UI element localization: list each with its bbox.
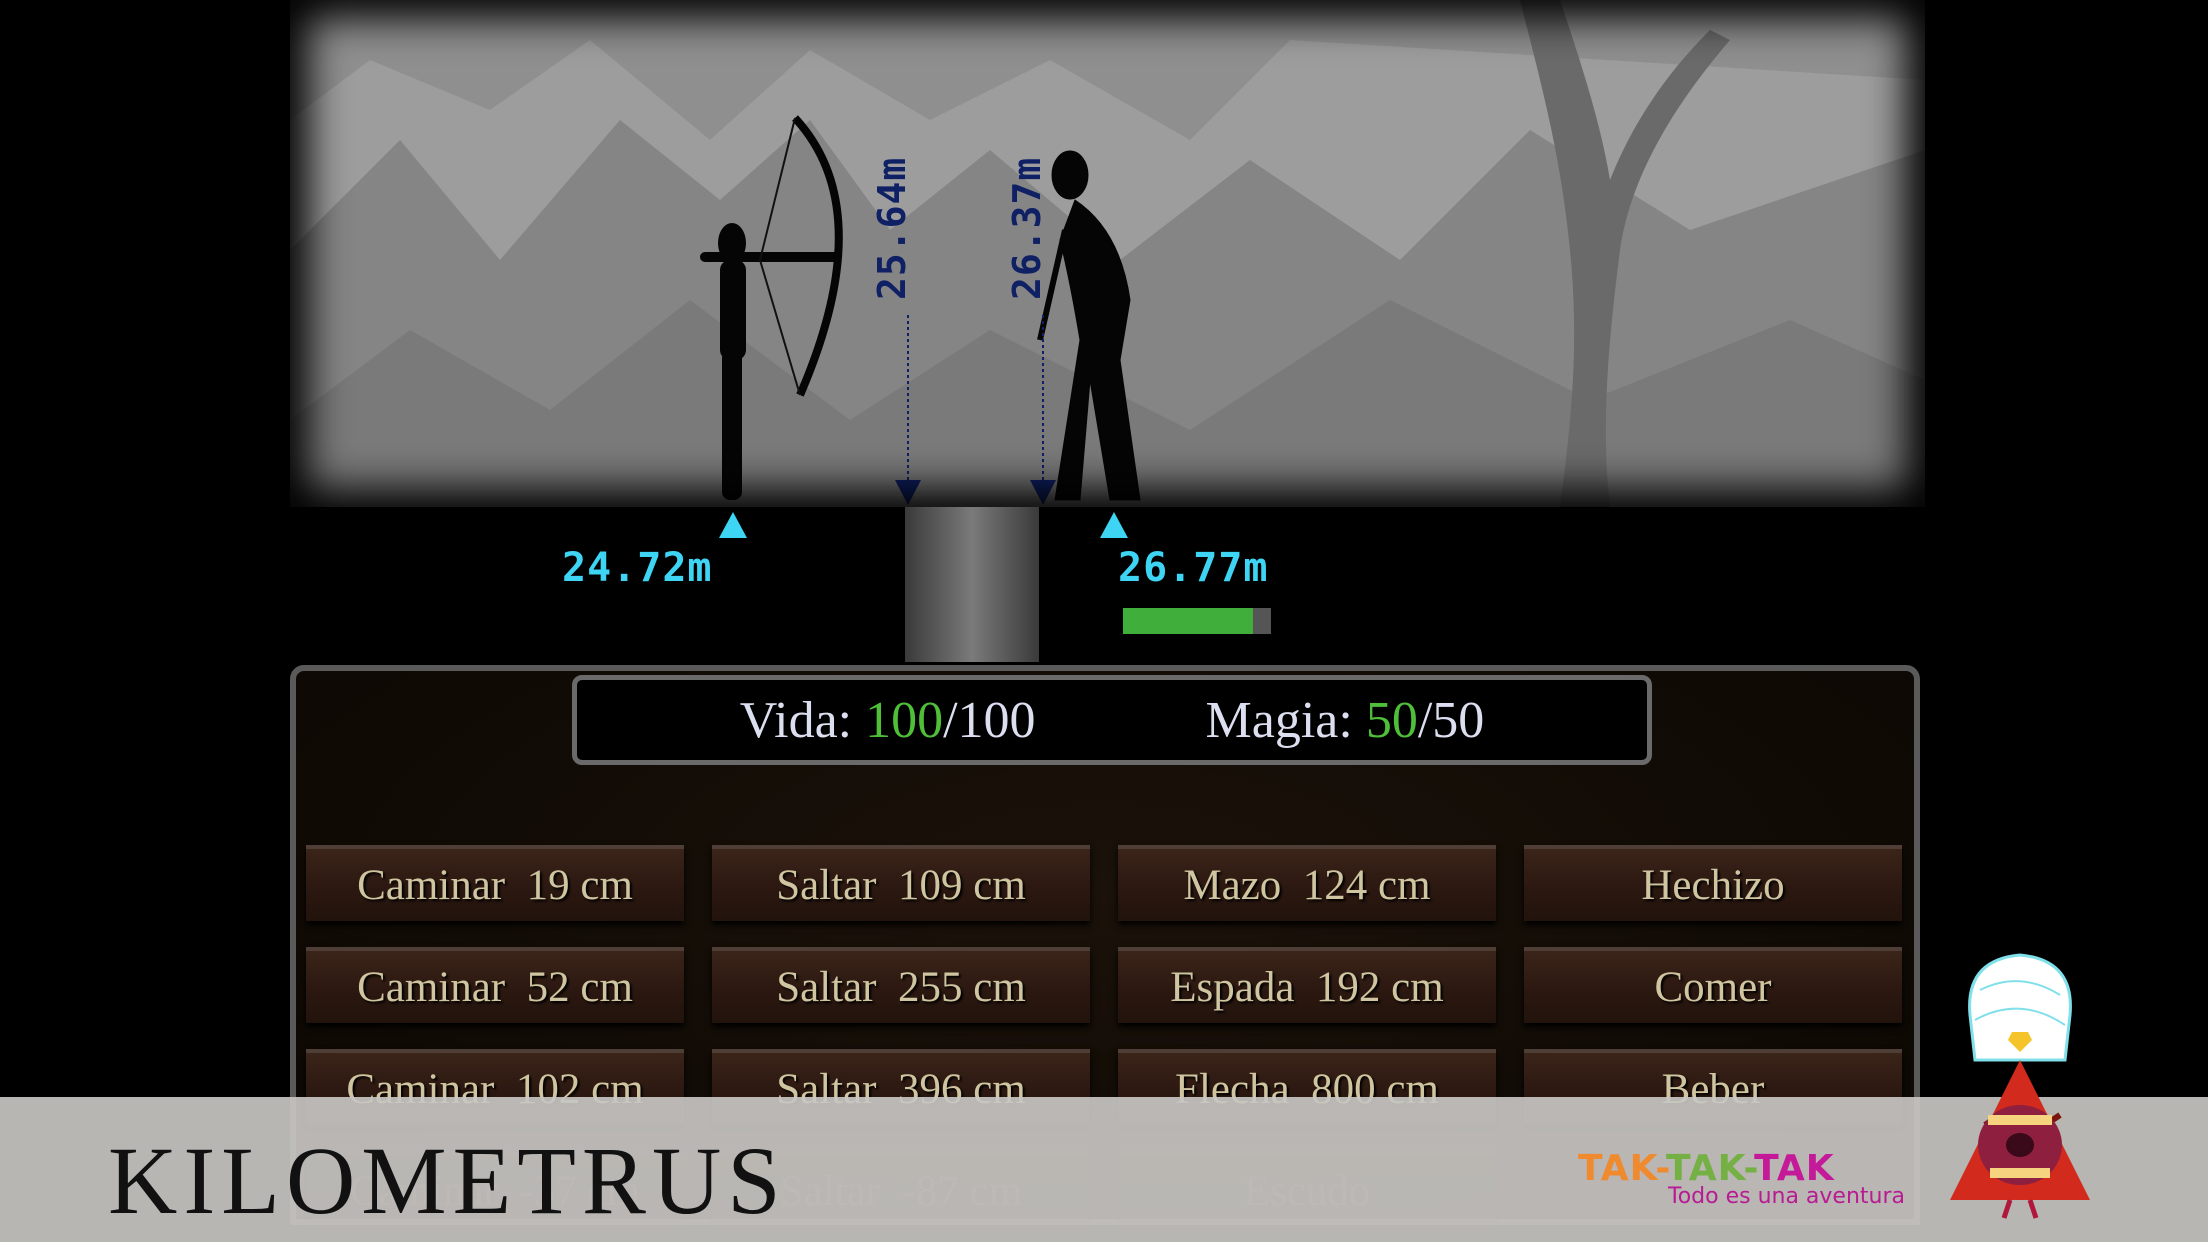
skeleton-position-marker-icon bbox=[1100, 512, 1128, 538]
action-button[interactable]: Hechizo bbox=[1524, 845, 1902, 921]
magia-stat: Magia: 50/50 bbox=[1206, 691, 1485, 750]
action-button[interactable]: Saltar 255 cm bbox=[712, 947, 1090, 1023]
magia-max: /50 bbox=[1417, 691, 1485, 749]
action-button[interactable]: Caminar 19 cm bbox=[306, 845, 684, 921]
video-title: KILOMETRUS bbox=[108, 1127, 787, 1234]
archer-position-label: 24.72m bbox=[562, 545, 713, 591]
vida-stat: Vida: 100/100 bbox=[740, 691, 1036, 750]
action-button[interactable]: Espada 192 cm bbox=[1118, 947, 1496, 1023]
archer-arrow-distance-label: 25.64m bbox=[870, 156, 914, 300]
brand-part: TAK- bbox=[1666, 1148, 1755, 1189]
brand-tagline: Todo es una aventura bbox=[1668, 1184, 1906, 1209]
brand-logo: TAK-TAK-TAK bbox=[1578, 1148, 1835, 1189]
stone-pillar bbox=[905, 507, 1039, 662]
brand-part: TAK bbox=[1754, 1148, 1835, 1189]
archer-position-marker-icon bbox=[719, 512, 747, 538]
skeleton-position-label: 26.77m bbox=[1118, 545, 1269, 591]
vida-max: /100 bbox=[943, 691, 1036, 749]
skeleton-arrow-distance-label: 26.37m bbox=[1005, 156, 1049, 300]
action-button[interactable]: Caminar 52 cm bbox=[306, 947, 684, 1023]
enemy-health-bar bbox=[1123, 608, 1271, 634]
scene-background bbox=[290, 0, 1925, 507]
magia-label: Magia: bbox=[1205, 691, 1366, 749]
magia-current: 50 bbox=[1365, 691, 1418, 749]
mascot-character-icon bbox=[1950, 953, 2090, 1219]
action-button[interactable]: Comer bbox=[1524, 947, 1902, 1023]
brand-part: TAK- bbox=[1578, 1148, 1667, 1189]
game-scene: 25.64m 26.37m bbox=[290, 0, 1925, 507]
enemy-health-fill bbox=[1123, 608, 1254, 634]
action-button[interactable]: Mazo 124 cm bbox=[1118, 845, 1496, 921]
stats-bar: Vida: 100/100 Magia: 50/50 bbox=[572, 675, 1652, 765]
action-button[interactable]: Saltar 109 cm bbox=[712, 845, 1090, 921]
vida-label: Vida: bbox=[739, 691, 866, 749]
vida-current: 100 bbox=[865, 691, 944, 749]
